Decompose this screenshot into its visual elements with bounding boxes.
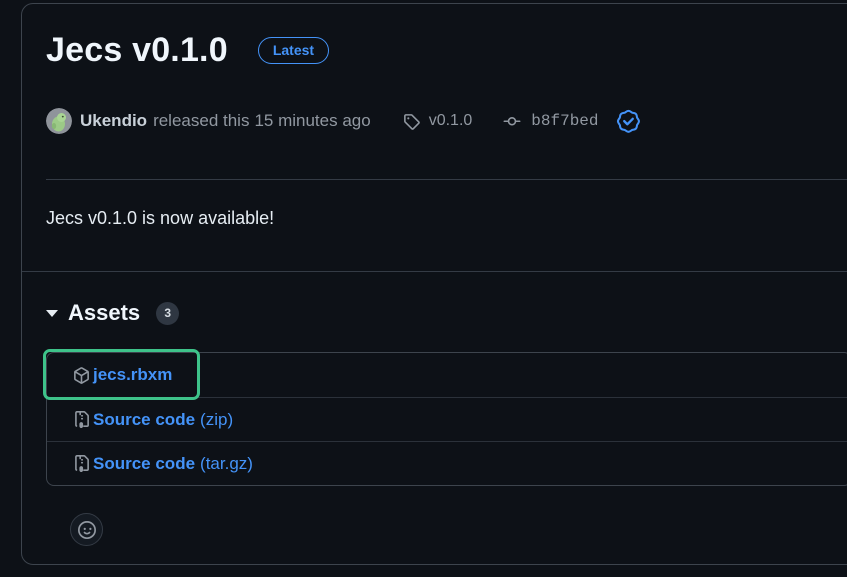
assets-box-wrap: jecs.rbxm Source code (zip) Source code … <box>46 352 847 486</box>
file-zip-icon <box>73 411 90 428</box>
assets-list: jecs.rbxm Source code (zip) Source code … <box>46 352 847 486</box>
git-commit-icon <box>502 113 522 130</box>
tag-label: v0.1.0 <box>429 112 473 130</box>
smiley-icon <box>78 521 96 539</box>
reaction-row <box>46 486 847 546</box>
release-body: Jecs v0.1.0 is now available! <box>22 180 847 271</box>
assets-section: Assets 3 jecs.rbxm Source code (zip) <box>22 271 847 546</box>
asset-link-source-targz[interactable]: Source code (tar.gz) <box>47 441 847 485</box>
title-row: Jecs v0.1.0 Latest <box>46 30 847 70</box>
assets-count-badge: 3 <box>156 302 179 325</box>
assets-toggle[interactable]: Assets 3 <box>46 300 847 326</box>
file-zip-icon <box>73 455 90 472</box>
commit-group[interactable]: b8f7bed <box>502 112 598 130</box>
asset-name: jecs.rbxm <box>93 365 172 385</box>
asset-suffix: (zip) <box>200 410 233 430</box>
tag-group[interactable]: v0.1.0 <box>403 112 473 130</box>
assets-heading: Assets <box>68 300 140 326</box>
tag-icon <box>403 113 420 130</box>
author-link[interactable]: Ukendio <box>80 111 147 131</box>
avatar[interactable] <box>46 108 72 134</box>
asset-name: Source code <box>93 454 195 474</box>
caret-down-icon <box>46 310 58 317</box>
asset-link-source-zip[interactable]: Source code (zip) <box>47 397 847 441</box>
released-text: released this <box>153 111 249 131</box>
release-header: Jecs v0.1.0 Latest Ukendio released this… <box>22 4 847 180</box>
add-reaction-button[interactable] <box>70 513 103 546</box>
released-time: 15 minutes ago <box>254 111 370 131</box>
package-icon <box>73 367 90 384</box>
release-title: Jecs v0.1.0 <box>46 30 228 70</box>
asset-link-jecs-rbxm[interactable]: jecs.rbxm <box>47 353 847 397</box>
release-meta-row: Ukendio released this 15 minutes ago v0.… <box>46 108 847 134</box>
latest-badge: Latest <box>258 37 329 64</box>
release-card: Jecs v0.1.0 Latest Ukendio released this… <box>21 3 847 565</box>
asset-suffix: (tar.gz) <box>200 454 253 474</box>
verified-icon[interactable] <box>616 109 641 134</box>
commit-hash: b8f7bed <box>531 112 598 130</box>
asset-name: Source code <box>93 410 195 430</box>
